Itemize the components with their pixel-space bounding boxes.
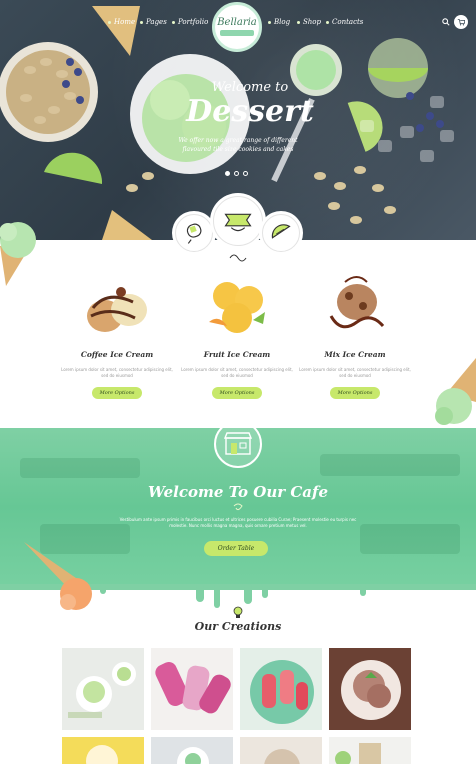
nav-item-shop[interactable]: Shop bbox=[297, 18, 321, 26]
logo-ribbon bbox=[220, 30, 254, 36]
swirl-ornament-icon bbox=[229, 254, 247, 262]
gallery-tile[interactable] bbox=[151, 648, 233, 730]
lime-slice-icon bbox=[271, 224, 291, 239]
left-cone-decoration bbox=[0, 222, 36, 286]
nav-item-portfolio[interactable]: Portfolio bbox=[172, 18, 208, 26]
product-card-fruit: Fruit Ice Cream Lorem ipsum dolor sit am… bbox=[172, 270, 302, 399]
creations-title: Our Creations bbox=[194, 620, 282, 633]
gallery-tile[interactable] bbox=[151, 737, 233, 764]
nav-dot-icon bbox=[297, 20, 300, 24]
nav-dot-icon bbox=[326, 20, 329, 24]
search-icon[interactable] bbox=[442, 18, 450, 28]
feature-ribbon[interactable] bbox=[213, 196, 263, 246]
hero-title-small: Welcome to bbox=[211, 80, 289, 95]
nav-item-pages[interactable]: Pages bbox=[140, 18, 167, 26]
nav-dot-icon bbox=[108, 20, 111, 24]
ribbon-banner-icon bbox=[224, 213, 252, 232]
hero-subtitle: We offer now a great range of different … bbox=[178, 137, 298, 153]
nav-item-home[interactable]: Home bbox=[108, 18, 135, 26]
product-name: Mix Ice Cream bbox=[324, 350, 386, 359]
site-logo[interactable]: Bellaria bbox=[212, 2, 262, 52]
slider-dot[interactable] bbox=[234, 171, 239, 176]
cart-icon[interactable] bbox=[454, 15, 468, 29]
falling-cone-decoration bbox=[24, 542, 92, 610]
more-options-button[interactable]: More Options bbox=[211, 387, 263, 399]
cafe-description: Vestibulum ante ipsum primis in faucibus… bbox=[119, 517, 357, 528]
product-description: Lorem ipsum dolor sit amet, consectetur … bbox=[181, 367, 293, 378]
gallery-tile[interactable] bbox=[329, 648, 411, 730]
nav-dot-icon bbox=[140, 20, 143, 24]
gallery-tile[interactable] bbox=[240, 737, 322, 764]
product-image-coffee bbox=[77, 270, 157, 338]
order-table-button[interactable]: Order Table bbox=[204, 541, 268, 556]
product-name: Fruit Ice Cream bbox=[203, 350, 271, 359]
product-name: Coffee Ice Cream bbox=[80, 350, 154, 359]
product-image-mix bbox=[315, 270, 395, 338]
slider-pagination bbox=[225, 171, 251, 177]
cafe-icon-ring bbox=[214, 428, 262, 468]
cafe-storefront-icon bbox=[223, 432, 253, 455]
gallery-tile[interactable] bbox=[62, 737, 144, 764]
product-card-coffee: Coffee Ice Cream Lorem ipsum dolor sit a… bbox=[52, 270, 182, 399]
more-options-button[interactable]: More Options bbox=[91, 387, 143, 399]
nav-dot-icon bbox=[268, 20, 271, 24]
cafe-swirl-icon bbox=[233, 503, 243, 511]
gallery-tile[interactable] bbox=[240, 648, 322, 730]
feature-lime[interactable] bbox=[262, 214, 300, 252]
feature-popsicle[interactable] bbox=[175, 214, 213, 252]
gallery-tile[interactable] bbox=[329, 737, 411, 764]
product-description: Lorem ipsum dolor sit amet, consectetur … bbox=[61, 367, 173, 378]
lightbulb-icon bbox=[233, 606, 243, 618]
more-options-button[interactable]: More Options bbox=[329, 387, 381, 399]
product-description: Lorem ipsum dolor sit amet, consectetur … bbox=[299, 367, 411, 378]
nav-item-contacts[interactable]: Contacts bbox=[326, 18, 363, 26]
product-image-fruit bbox=[197, 270, 277, 338]
hero-title-large: Dessert bbox=[186, 94, 314, 129]
nav-dot-icon bbox=[172, 20, 175, 24]
logo-text: Bellaria bbox=[217, 17, 257, 28]
slider-dot-active[interactable] bbox=[225, 171, 230, 176]
popsicle-icon bbox=[186, 223, 202, 244]
product-card-mix: Mix Ice Cream Lorem ipsum dolor sit amet… bbox=[290, 270, 420, 399]
cafe-title: Welcome To Our Cafe bbox=[147, 483, 329, 501]
nav-item-blog[interactable]: Blog bbox=[268, 18, 290, 26]
slider-dot[interactable] bbox=[243, 171, 248, 176]
gallery-tile[interactable] bbox=[62, 648, 144, 730]
